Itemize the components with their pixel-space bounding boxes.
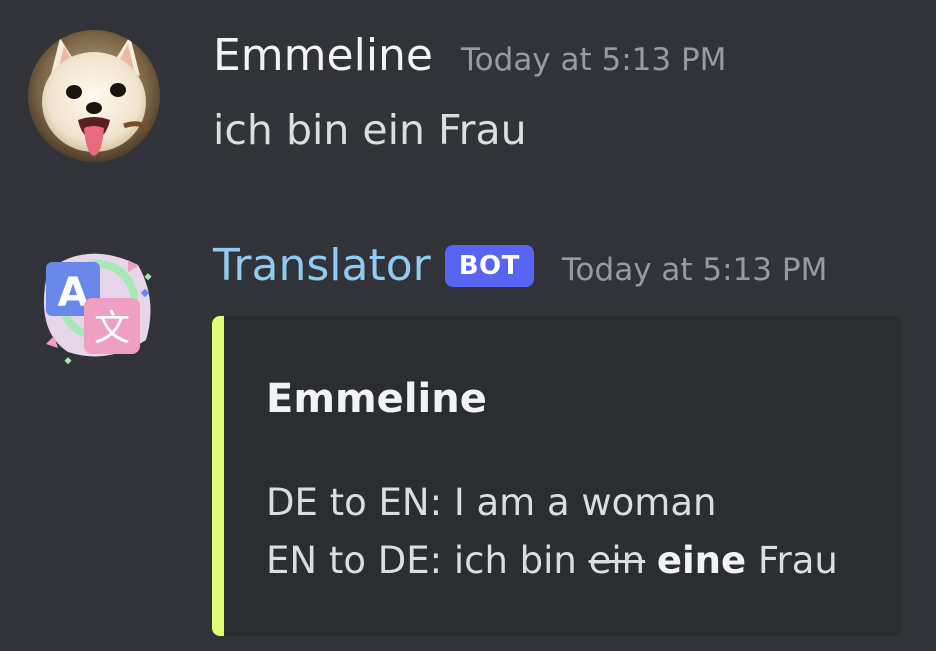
translation-prefix: EN to DE: ich bin (266, 539, 589, 582)
translation-embed: Emmeline DE to EN: I am a woman EN to DE… (212, 316, 902, 636)
timestamp[interactable]: Today at 5:13 PM (562, 252, 827, 288)
username[interactable]: Emmeline (213, 30, 433, 81)
message-text: ich bin ein Frau (213, 106, 527, 154)
embed-title: Emmeline (266, 376, 487, 422)
translation-de-to-en: DE to EN: I am a woman (266, 481, 717, 524)
username[interactable]: Translator (213, 240, 431, 291)
svg-text:A: A (58, 270, 89, 316)
translate-icon[interactable]: A 文 (28, 240, 160, 372)
message-header: Emmeline Today at 5:13 PM (213, 30, 726, 81)
added-word: eine (656, 539, 747, 582)
fox-puppy-avatar[interactable] (28, 30, 160, 162)
embed-description: DE to EN: I am a woman EN to DE: ich bin… (266, 474, 838, 590)
message-header: Translator BOT Today at 5:13 PM (213, 240, 827, 293)
removed-word: ein (588, 539, 646, 582)
translation-suffix: Frau (757, 539, 838, 582)
chat-messages: Emmeline Today at 5:13 PM ich bin ein Fr… (0, 0, 936, 651)
translation-en-to-de: EN to DE: ich bin ein eine Frau (266, 532, 838, 590)
timestamp[interactable]: Today at 5:13 PM (461, 42, 726, 78)
bot-badge: BOT (444, 245, 534, 287)
svg-text:文: 文 (94, 308, 130, 349)
